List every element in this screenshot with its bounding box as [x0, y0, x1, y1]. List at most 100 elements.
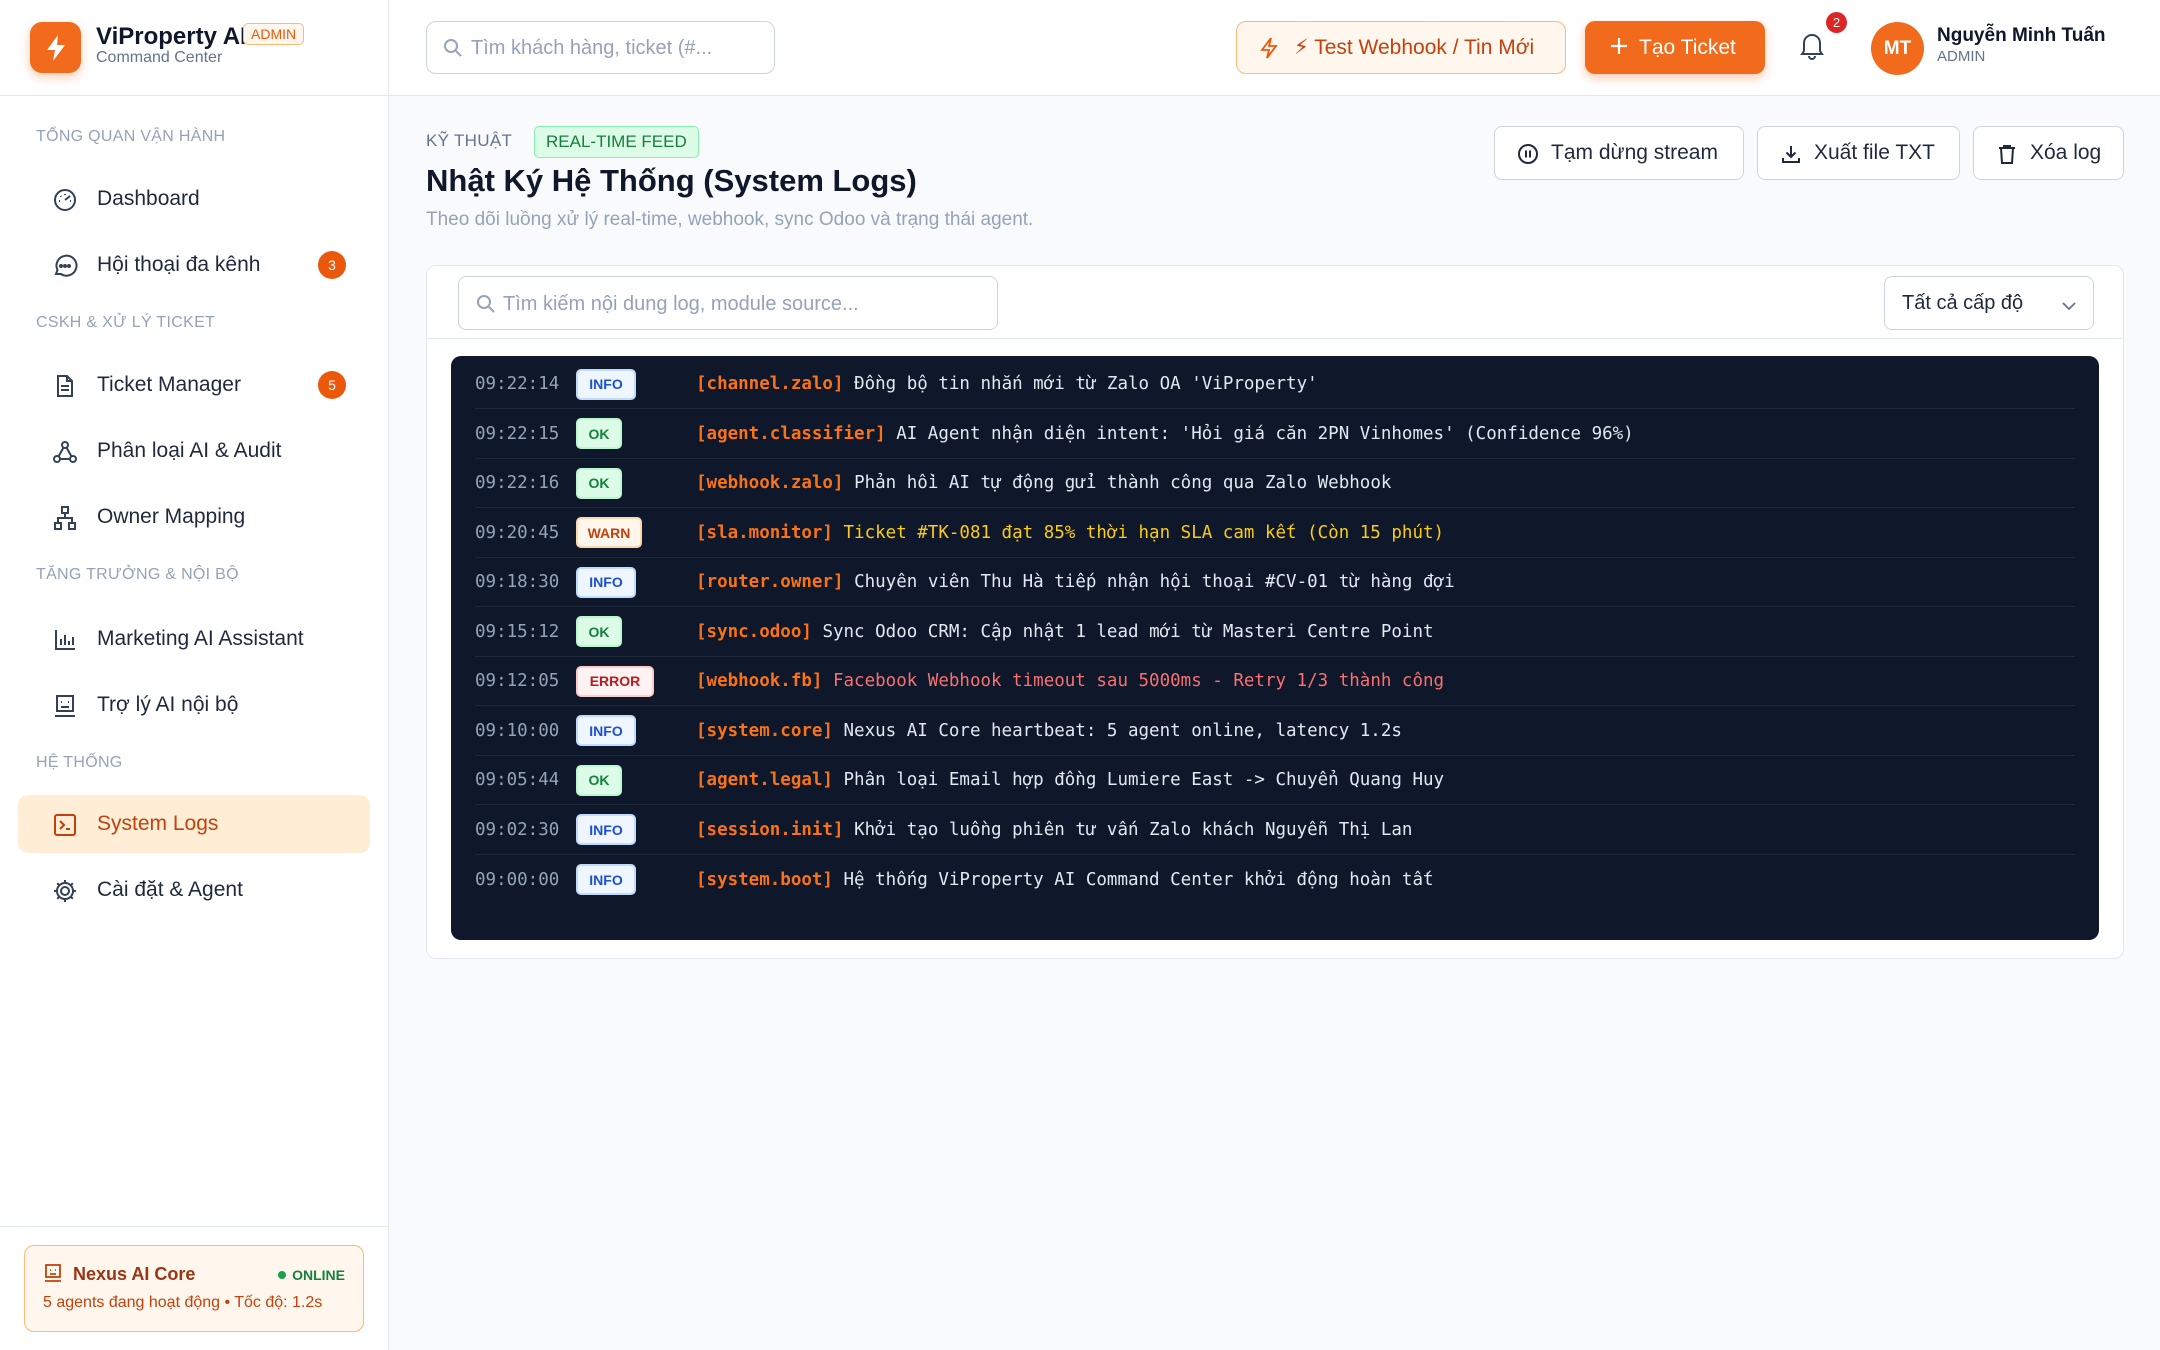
- download-icon: [1780, 143, 1802, 171]
- test-webhook-button[interactable]: ⚡ Test Webhook / Tin Mới: [1236, 21, 1566, 74]
- log-level-badge: OK: [576, 467, 622, 499]
- sidebar-item-owner-mapping[interactable]: Owner Mapping: [18, 488, 370, 546]
- plus-icon: [1608, 35, 1630, 63]
- pause-stream-button[interactable]: Tạm dừng stream: [1494, 126, 1744, 180]
- log-time: 09:22:16: [475, 473, 560, 493]
- gear-icon: [52, 878, 78, 904]
- lightning-logo-icon[interactable]: [30, 22, 81, 73]
- log-source: [webhook.zalo]: [696, 473, 844, 493]
- sidebar-item-omnichannel[interactable]: Hội thoại đa kênh 3: [18, 236, 370, 294]
- sidebar-item-internal-assistant[interactable]: Trợ lý AI nội bộ: [18, 676, 370, 734]
- log-source: [channel.zalo]: [696, 374, 844, 394]
- sidebar-item-system-logs[interactable]: System Logs: [18, 795, 370, 853]
- log-time: 09:10:00: [475, 720, 560, 741]
- log-row: 09:10:00 INFO [system.core] Nexus AI Core …: [475, 707, 2075, 756]
- avatar[interactable]: MT: [1871, 22, 1924, 75]
- status-label: ONLINE: [292, 1267, 345, 1283]
- log-row: 09:00:00 INFO [system.boot] Hệ thống ViPro…: [475, 855, 2075, 904]
- sidebar-item-dashboard[interactable]: Dashboard: [18, 170, 370, 228]
- log-level-badge: INFO: [576, 864, 636, 895]
- log-search[interactable]: [458, 276, 998, 330]
- log-row: 09:22:15 OK [agent.classifier] AI Agent nh…: [475, 410, 2075, 459]
- section-title-growth: TĂNG TRƯỞNG & NỘI BỘ: [36, 566, 239, 583]
- robot-icon: [52, 693, 78, 719]
- log-time: 09:02:30: [475, 819, 560, 840]
- log-source: [sla.monitor]: [696, 522, 833, 543]
- log-toolbar: Tất cả cấp độ: [427, 266, 2123, 339]
- page-title: Nhật Ký Hệ Thống (System Logs): [426, 163, 917, 198]
- log-source: [router.owner]: [696, 572, 844, 592]
- log-message: Nexus AI Core heartbeat: 5 agent online,…: [843, 720, 1402, 741]
- terminal-icon: [52, 812, 78, 838]
- log-row: 09:22:16 OK [webhook.zalo] Phản hồi AI tự …: [475, 459, 2075, 508]
- sidebar-item-settings[interactable]: Cài đặt & Agent: [18, 861, 370, 919]
- log-time: 09:00:00: [475, 869, 560, 890]
- log-level-badge: ERROR: [576, 665, 654, 697]
- sidebar-item-ai-audit[interactable]: Phân loại AI & Audit: [18, 422, 370, 480]
- log-level-badge: OK: [576, 764, 622, 796]
- log-level-badge: OK: [576, 418, 622, 449]
- log-time: 09:05:44: [475, 770, 560, 790]
- log-time: 09:20:45: [475, 522, 560, 543]
- log-entry: [agent.legal] Phân loại Email hợp đồng L…: [696, 770, 1444, 790]
- log-search-input[interactable]: [503, 290, 983, 318]
- clear-log-button[interactable]: Xóa log: [1973, 126, 2124, 180]
- sidebar-item-label: Marketing AI Assistant: [97, 627, 304, 650]
- log-entry: [session.init] Khởi tạo luồng phiên tư v…: [696, 820, 1412, 840]
- log-message: Ticket #TK-081 đạt 85% thời hạn SLA cam …: [843, 522, 1445, 543]
- level-filter-select[interactable]: Tất cả cấp độ: [1884, 276, 2094, 330]
- log-source: [sync.odoo]: [696, 621, 812, 642]
- log-row: 09:18:30 INFO [router.owner] Chuyên viên T…: [475, 558, 2075, 607]
- global-search-input[interactable]: [471, 34, 761, 62]
- log-message: Khởi tạo luồng phiên tư vấn Zalo khách N…: [854, 819, 1413, 840]
- log-message: Đồng bộ tin nhắn mới từ Zalo OA 'ViPrope…: [854, 374, 1318, 394]
- log-source: [session.init]: [696, 819, 844, 840]
- log-source: [webhook.fb]: [696, 671, 823, 691]
- log-message: Chuyên viên Thu Hà tiếp nhận hội thoại #…: [854, 572, 1455, 592]
- gauge-icon: [52, 187, 78, 213]
- create-ticket-button[interactable]: Tạo Ticket: [1585, 21, 1765, 74]
- ai-core-title: Nexus AI Core: [73, 1264, 196, 1284]
- sidebar-item-marketing-ai[interactable]: Marketing AI Assistant: [18, 610, 370, 668]
- sidebar-item-label: Hội thoại đa kênh: [97, 253, 261, 276]
- log-entry: [agent.classifier] AI Agent nhận diện in…: [696, 424, 1634, 444]
- log-entry: [webhook.zalo] Phản hồi AI tự động gửi t…: [696, 473, 1391, 493]
- chevron-down-icon: [2061, 298, 2077, 316]
- export-txt-button[interactable]: Xuất file TXT: [1757, 126, 1960, 180]
- log-terminal: 09:22:14 INFO [channel.zalo] Đồng bộ tin n…: [451, 356, 2099, 940]
- log-row: 09:20:45 WARN [sla.monitor] Ticket #TK-081…: [475, 509, 2075, 558]
- log-message: Phản hồi AI tự động gửi thành công qua Z…: [854, 473, 1392, 493]
- section-title-overview: TỔNG QUAN VẬN HÀNH: [36, 128, 226, 145]
- chat-icon: [52, 253, 78, 279]
- create-ticket-label: Tạo Ticket: [1639, 35, 1736, 59]
- divider: [0, 1226, 389, 1227]
- log-entry: [sla.monitor] Ticket #TK-081 đạt 85% thờ…: [696, 523, 1444, 543]
- log-row: 09:15:12 OK [sync.odoo] Sync Odoo CRM: Cập…: [475, 608, 2075, 657]
- global-search[interactable]: [426, 21, 775, 74]
- robot-icon: [43, 1263, 63, 1288]
- sidebar-item-ticket-manager[interactable]: Ticket Manager 5: [18, 356, 370, 414]
- ticket-count-badge: 5: [318, 371, 346, 399]
- notification-count-badge: 2: [1826, 12, 1847, 33]
- log-entry: [system.boot] Hệ thống ViProperty AI Com…: [696, 870, 1434, 890]
- brand-name: ViProperty AI: [96, 23, 247, 50]
- log-time: 09:18:30: [475, 572, 560, 592]
- log-time: 09:22:15: [475, 423, 560, 444]
- log-entry: [channel.zalo] Đồng bộ tin nhắn mới từ Z…: [696, 374, 1318, 394]
- section-title-system: HỆ THỐNG: [36, 754, 123, 771]
- log-level-badge: OK: [576, 616, 622, 647]
- bell-icon[interactable]: [1799, 30, 1825, 65]
- log-row: 09:22:14 INFO [channel.zalo] Đồng bộ tin n…: [475, 360, 2075, 409]
- lightning-icon: [1259, 36, 1279, 66]
- sidebar-item-label: Owner Mapping: [97, 505, 246, 528]
- log-message: Facebook Webhook timeout sau 5000ms - Re…: [832, 671, 1445, 691]
- log-message: AI Agent nhận diện intent: 'Hỏi giá căn …: [896, 423, 1634, 444]
- document-icon: [52, 373, 78, 399]
- unread-count-badge: 3: [318, 251, 346, 279]
- log-entry: [webhook.fb] Facebook Webhook timeout sa…: [696, 671, 1444, 691]
- section-title-support: CSKH & XỬ LÝ TICKET: [36, 314, 216, 331]
- log-source: [system.boot]: [696, 869, 833, 890]
- sidebar-item-label: System Logs: [97, 812, 219, 835]
- realtime-badge: REAL-TIME FEED: [534, 126, 699, 158]
- top-header: ⚡ Test Webhook / Tin Mới Tạo Ticket 2 MT…: [389, 0, 2160, 96]
